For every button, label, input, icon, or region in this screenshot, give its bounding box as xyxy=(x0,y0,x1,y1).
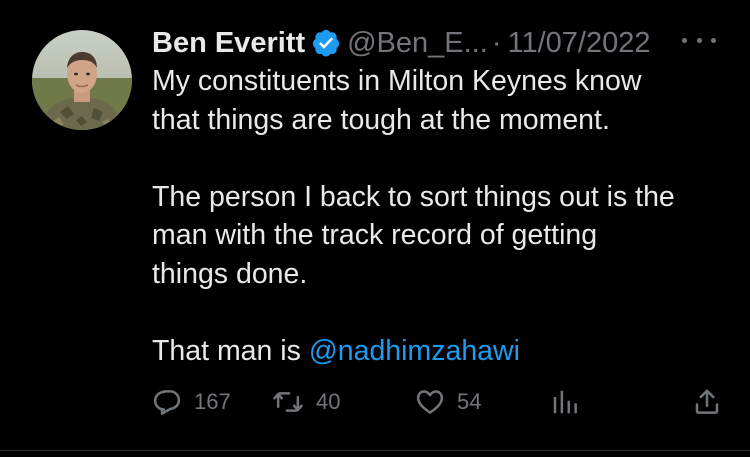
analytics-icon xyxy=(553,390,577,414)
author-name[interactable]: Ben Everitt xyxy=(152,27,305,60)
share-icon xyxy=(695,389,719,414)
verified-badge-icon xyxy=(312,29,340,57)
tweet-header: Ben Everitt @Ben_E... · 11/07/2022 xyxy=(152,24,650,62)
tweet-card[interactable]: Ben Everitt @Ben_E... · 11/07/2022 My co… xyxy=(0,0,750,457)
avatar-photo xyxy=(32,30,132,130)
more-dot xyxy=(696,37,702,43)
header-separator: · xyxy=(491,26,502,59)
author-handle[interactable]: @Ben_E... xyxy=(347,27,488,60)
retweet-icon xyxy=(273,392,303,412)
tweet-actions: 167 40 54 xyxy=(152,384,730,420)
mention-link[interactable]: @nadhimzahawi xyxy=(309,335,520,367)
tweet-line: that things are tough at the moment. xyxy=(152,103,610,136)
tweet-date[interactable]: 11/07/2022 xyxy=(507,27,650,60)
avatar[interactable] xyxy=(32,30,132,130)
reply-count: 167 xyxy=(194,389,231,414)
tweet-closing-line: That man is @nadhimzahawi xyxy=(152,332,732,371)
analytics-button[interactable] xyxy=(550,384,580,420)
tweet-text: My constituents in Milton Keynes know th… xyxy=(152,62,732,370)
like-button[interactable]: 54 xyxy=(415,384,481,420)
closing-text: That man is xyxy=(152,334,309,367)
tweet-line: My constituents in Milton Keynes know xyxy=(152,65,642,97)
reply-icon xyxy=(153,390,181,415)
tweet-line: things done. xyxy=(152,257,308,290)
tweet-line: The person I back to sort things out is … xyxy=(152,180,675,213)
like-icon xyxy=(416,390,444,414)
retweet-button[interactable]: 40 xyxy=(272,384,340,420)
more-dot xyxy=(682,37,687,43)
more-options-icon[interactable] xyxy=(682,30,716,50)
more-dot xyxy=(711,37,716,43)
like-count: 54 xyxy=(457,389,482,414)
tweet-line: man with the track record of getting xyxy=(152,219,598,251)
reply-button[interactable]: 167 xyxy=(152,384,231,420)
bottom-divider xyxy=(0,450,750,451)
share-button[interactable] xyxy=(692,384,722,420)
retweet-count: 40 xyxy=(316,389,341,414)
